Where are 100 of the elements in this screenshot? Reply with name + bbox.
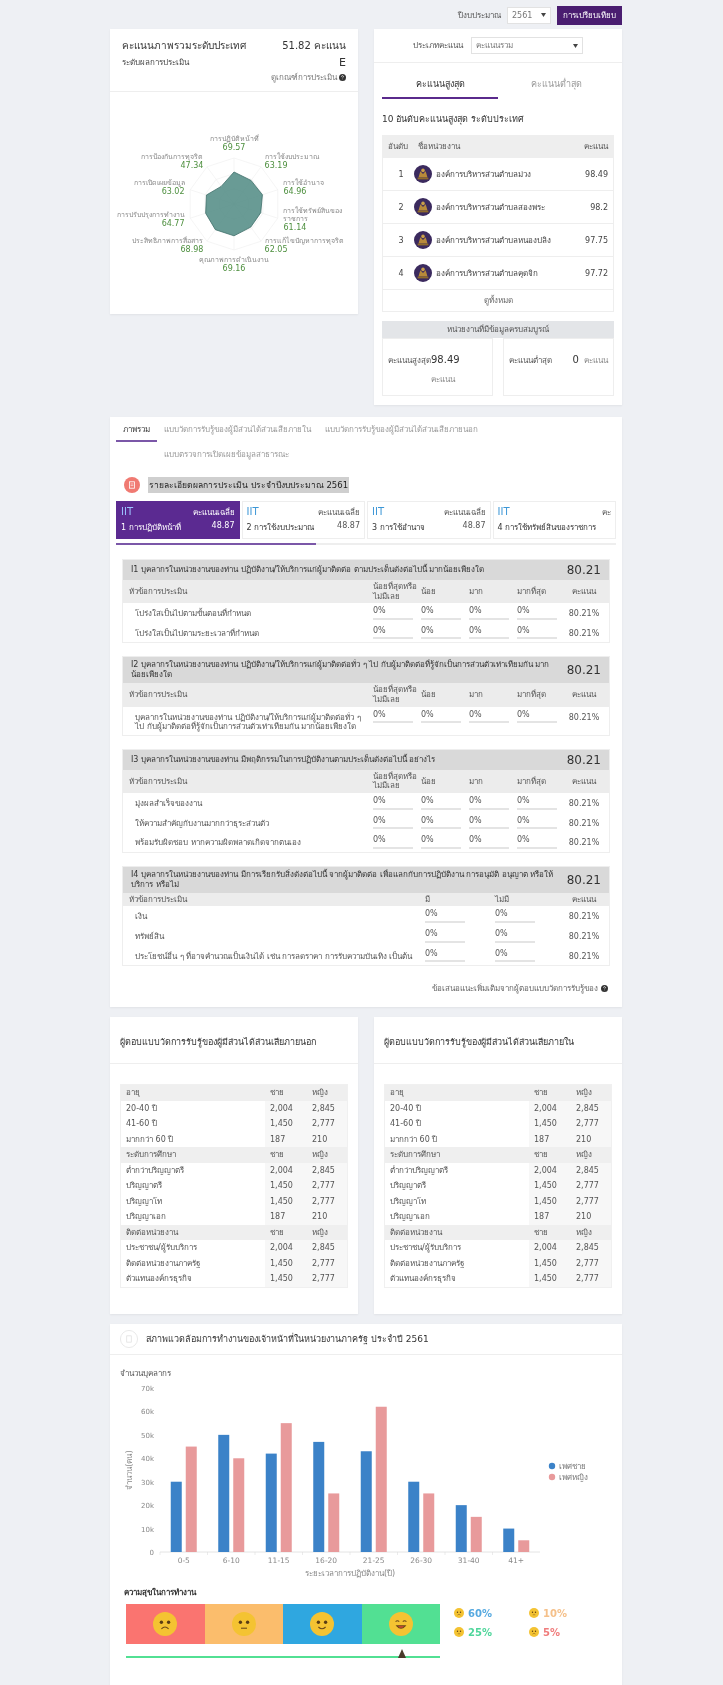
column-header: อันดับ [388, 141, 409, 153]
table-cell: 2,777 [307, 1271, 347, 1287]
table-cell: 210 [571, 1209, 611, 1225]
score-cell-text: 80.21% [567, 817, 601, 829]
face-icon [388, 1611, 413, 1636]
agency-name: องค์การบริหารส่วนตำบลหนองปลิง [436, 234, 552, 247]
score-cell-text: 80.21% [567, 608, 601, 619]
summary-unit: คะแนน [431, 375, 455, 384]
question-title: I3 บุคลากรในหน่วยงานของท่าน มีพฤติกรรมในการปฏิบัติงานตามประเด็นดังต่อไปนี้ อย่างไร [131, 754, 437, 765]
criteria-link[interactable]: ดูเกณฑ์การประเมิน [271, 71, 346, 84]
column-header: คะแนน [571, 586, 598, 597]
score-type-select[interactable]: คะแนนรวม [471, 37, 583, 54]
emblem-icon [414, 165, 432, 183]
indicator-tag: IIT [246, 506, 259, 517]
group-header: ติดต่อหน่วยงาน [389, 1226, 444, 1239]
rank-cell-text: 4 [397, 268, 405, 278]
column-header: คะแนน [571, 776, 598, 787]
table-cell-text: มากกว่า 60 ปี [389, 1133, 439, 1146]
mood-percent: 25% [468, 1626, 492, 1638]
table-cell-text: ปริญญาโท [125, 1195, 163, 1208]
bar [503, 1528, 515, 1552]
percent-value: 0% [469, 709, 483, 720]
footnote-link[interactable]: ข้อเสนอแนะเพิ่มเติมจากผู้ตอบแบบวัดการรับรู้ของ [432, 982, 598, 996]
rank-cell-text: 2 [397, 202, 405, 212]
column-header: น้อยที่สุดหรือไม่มีเลย [373, 685, 418, 705]
view-all-link[interactable]: ดูทั้งหมด [383, 289, 613, 311]
column-header: หัวข้อการประเมิน [129, 776, 189, 787]
average-label: คะ [602, 507, 611, 519]
axis-value: 68.98 [180, 245, 204, 255]
document-icon [124, 477, 140, 493]
topic-cell-text: บุคลากรในหน่วยงานของท่าน ปฏิบัติงาน/ให้บริการแก่ผู้มาติดต่อทั่ว ๆ ไป กับผู้มาติดต่อที่รู้จักเป็นการส่วนตัวเท่าเทียมกัน มากน้อยเพียงใด [133, 711, 362, 732]
table-cell: 1,450 [265, 1116, 307, 1132]
table-cell: 2,777 [571, 1178, 611, 1194]
column-header: น้อย [421, 776, 437, 787]
legend-label: เพศหญิง [559, 1472, 588, 1482]
indicator-tag: IIT [121, 506, 133, 517]
axis-value: 69.16 [222, 264, 246, 274]
table-cell-text: 41-60 ปี [125, 1118, 158, 1131]
year-label: ปีงบประมาณ [458, 9, 501, 22]
bar [518, 1539, 530, 1552]
column-header: คะแนน [571, 690, 598, 700]
score-cell-text: 98.49 [584, 169, 608, 179]
topic-cell-text: ประโยชน์อื่น ๆ ที่อาจคำนวณเป็นเงินได้ เช่น การลดราคา การรับความบันเทิง เป็นต้น [134, 950, 414, 962]
group-header: ชาย [533, 1226, 549, 1239]
table-cell: 210 [307, 1209, 347, 1225]
year-select[interactable]: 2561 [507, 6, 551, 24]
topic-cell-text: ทรัพย์สิน [134, 930, 166, 942]
topic-cell-text: เงิน [134, 911, 149, 922]
compare-button[interactable]: การเปรียบเทียบ [557, 5, 622, 25]
indicator-score: 48.87 [337, 521, 360, 530]
emblem-icon [414, 264, 432, 282]
column-header: มาก [469, 690, 484, 700]
percent-value: 0% [373, 835, 387, 845]
caret-icon [541, 13, 546, 17]
overall-score: 51.82 คะแนน [282, 39, 346, 53]
ranking-tab[interactable]: คะแนนสูงสุด [382, 71, 498, 99]
chart-title: จำนวนบุคลากร [120, 1368, 171, 1378]
column-header: มาก [469, 586, 484, 597]
indicator-card[interactable]: IIT คะแนนเฉลี่ย 3 การใช้อำนาจ 48.87 [367, 501, 491, 539]
table-cell-text: ปริญญาตรี [125, 1180, 163, 1193]
table-cell: 1,450 [265, 1271, 307, 1287]
mood-percent: 10% [543, 1607, 567, 1619]
percent-value: 0% [469, 815, 483, 826]
score-cell-text: 80.21% [567, 930, 601, 942]
topic-cell-text: โปร่งใสเป็นไปตามระยะเวลาที่กำหนด [134, 627, 260, 639]
radar-area [205, 171, 263, 237]
column-header: น้อย [421, 690, 437, 700]
section-bar: หน่วยงานที่มีข้อมูลครบสมบูรณ์ [382, 321, 614, 338]
indicator-card[interactable]: IIT คะแนนเฉลี่ย 1 การปฏิบัติหน้าที่ 48.87 [116, 501, 240, 539]
percent-value: 0% [495, 909, 509, 919]
axis-value: 47.34 [180, 161, 204, 171]
axis-title: จำนวน(คน) [125, 1449, 134, 1490]
table-cell: 2,777 [571, 1271, 611, 1287]
percent-value: 0% [421, 835, 435, 845]
score-type-label: ประเภทคะแนน [413, 40, 463, 52]
card-title: คะแนนภาพรวมระดับประเทศ [122, 39, 246, 53]
percent-value: 0% [517, 709, 531, 720]
indicator-tag: IIT [372, 506, 384, 517]
axis-value: 63.19 [264, 161, 288, 171]
percent-value: 0% [517, 606, 531, 616]
percent-value: 0% [469, 835, 483, 845]
percent-value: 0% [517, 835, 531, 845]
ranking-heading: 10 อันดับคะแนนสูงสุด ระดับประเทศ [381, 113, 526, 127]
group-header: หญิง [575, 1087, 593, 1100]
group-header: ระดับการศึกษา [389, 1149, 441, 1162]
indicator-card[interactable]: IIT คะ 4 การใช้ทรัพย์สินของราชการ [492, 501, 616, 539]
topic-cell-text: มุ่งผลสำเร็จของงาน [134, 797, 204, 809]
percent-value: 0% [373, 709, 387, 720]
face-icon [529, 1608, 539, 1619]
section-tab[interactable]: ภาพรวม [116, 417, 157, 442]
bar [455, 1504, 467, 1552]
indicator-card[interactable]: IIT คะแนนเฉลี่ย 2 การใช้งบประมาณ 48.87 [241, 501, 365, 539]
group-header: หญิง [311, 1087, 329, 1100]
card-title: สภาพแวดล้อมการทำงานของเจ้าหน้าที่ในหน่วยงานภาครัฐ ประจำปี 2561 [146, 1332, 429, 1346]
axis-value: 62.05 [264, 245, 288, 255]
card-title: ผู้ตอบแบบวัดการรับรู้ของผู้มีส่วนได้ส่วนเสียภายนอก [110, 1017, 358, 1065]
mood-percent: 5% [543, 1626, 560, 1638]
topic-cell-text: พร้อมรับผิดชอบ หากความผิดพลาดเกิดจากตนเอง [134, 837, 302, 848]
column-header: คะแนน [571, 894, 598, 905]
group-header: อายุ [125, 1087, 141, 1100]
